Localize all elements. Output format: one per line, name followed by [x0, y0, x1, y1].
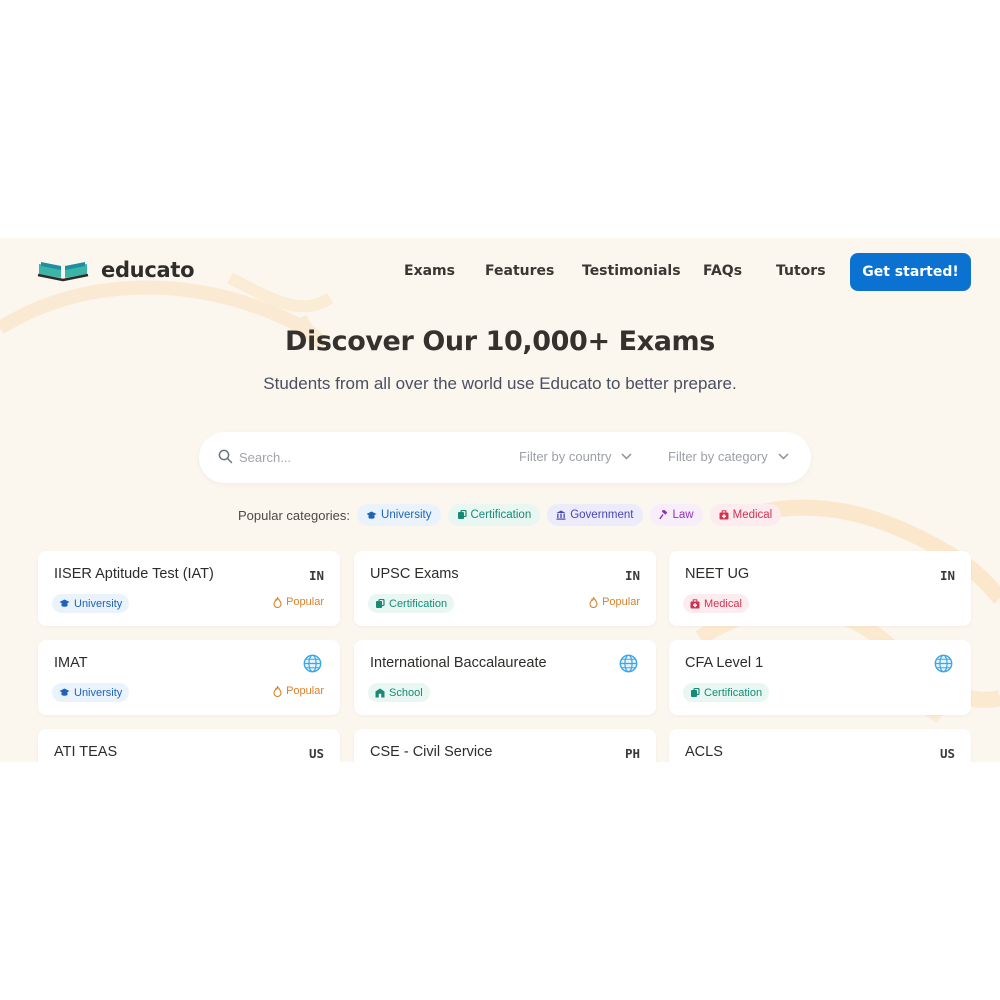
page-title: Discover Our 10,000+ Exams [285, 326, 715, 357]
country-code: IN [308, 568, 324, 583]
nav-faqs[interactable]: FAQs [703, 263, 742, 279]
globe-icon [934, 654, 953, 673]
country-code: IN [624, 568, 640, 583]
popular-label: Popular [286, 596, 324, 608]
exam-title: CSE - Civil Service [370, 744, 493, 760]
exam-title: IISER Aptitude Test (IAT) [54, 566, 214, 582]
exam-card[interactable]: IMAT University Popular [38, 640, 340, 715]
medical-kit-icon [690, 598, 700, 608]
exam-card[interactable]: International Baccalaureate School [354, 640, 656, 715]
popular-badge: Popular [273, 596, 324, 608]
popular-badge: Popular [589, 596, 640, 608]
search-icon [218, 449, 233, 464]
category-tag: University [52, 683, 130, 702]
category-tag-label: Medical [704, 597, 742, 610]
chevron-down-icon [778, 453, 789, 460]
medical-kit-icon [719, 510, 729, 520]
chip-government[interactable]: Government [547, 504, 643, 526]
chevron-down-icon [621, 453, 633, 460]
hero-section: educato Exams Features Testimonials FAQs… [0, 238, 1000, 762]
exam-title: CFA Level 1 [685, 655, 764, 671]
exam-card[interactable]: IISER Aptitude Test (IAT) IN University … [38, 551, 340, 626]
category-tag: University [52, 594, 130, 613]
category-tag-label: Certification [389, 597, 448, 610]
exam-title: NEET UG [685, 566, 750, 582]
graduation-cap-icon [366, 511, 377, 519]
exam-card[interactable]: UPSC Exams IN Certification Popular [354, 551, 656, 626]
get-started-button[interactable]: Get started! [850, 253, 971, 291]
exam-card[interactable]: CFA Level 1 Certification [669, 640, 971, 715]
popular-label: Popular [286, 685, 324, 697]
open-book-icon [37, 262, 89, 282]
exam-card[interactable]: CSE - Civil Service PH [354, 729, 656, 762]
country-filter-label: Filter by country [519, 449, 612, 464]
chip-medical[interactable]: Medical [709, 504, 782, 526]
category-tag: Certification [368, 594, 455, 613]
country-code: US [308, 746, 324, 761]
certificate-icon [376, 598, 385, 608]
exam-title: ATI TEAS [54, 744, 118, 760]
category-tag: School [368, 683, 430, 702]
popular-categories-label: Popular categories: [238, 507, 351, 523]
flame-icon [589, 596, 598, 608]
nav-exams[interactable]: Exams [404, 263, 455, 279]
brand-logo[interactable]: educato [37, 258, 195, 282]
graduation-cap-icon [59, 688, 70, 696]
country-code: IN [939, 568, 955, 583]
exam-card[interactable]: ACLS US [669, 729, 971, 762]
brand-name: educato [101, 258, 195, 282]
school-icon [375, 688, 385, 697]
category-tag-label: School [389, 686, 423, 699]
chip-label: University [381, 509, 432, 521]
flame-icon [273, 685, 282, 697]
flame-icon [273, 596, 282, 608]
country-code: PH [624, 746, 640, 761]
category-filter-label: Filter by category [668, 449, 768, 464]
nav-tutors[interactable]: Tutors [776, 263, 826, 279]
country-code: US [939, 746, 955, 761]
popular-categories: Popular categories: University Certifica… [238, 504, 788, 526]
exam-title: ACLS [685, 744, 723, 760]
category-tag: Medical [683, 594, 749, 613]
globe-icon [303, 654, 322, 673]
chip-university[interactable]: University [357, 504, 441, 526]
search-bar: Filter by country Filter by category [199, 432, 811, 483]
globe-icon [619, 654, 638, 673]
government-building-icon [556, 510, 566, 520]
popular-badge: Popular [273, 685, 324, 697]
certificate-icon [691, 687, 700, 697]
exam-title: International Baccalaureate [370, 655, 547, 671]
chip-label: Certification [470, 509, 532, 521]
category-tag-label: University [74, 597, 123, 610]
chip-label: Law [672, 509, 694, 521]
category-tag: Certification [683, 683, 770, 702]
category-tag-label: University [74, 686, 123, 699]
nav-testimonials[interactable]: Testimonials [582, 263, 681, 279]
popular-label: Popular [602, 596, 640, 608]
chip-label: Government [570, 509, 634, 521]
exam-title: IMAT [54, 655, 88, 671]
chip-law[interactable]: Law [649, 504, 703, 526]
country-filter-select[interactable]: Filter by country [519, 449, 633, 464]
exam-title: UPSC Exams [370, 566, 459, 582]
chip-certification[interactable]: Certification [447, 504, 541, 526]
certificate-icon [457, 510, 467, 519]
exam-card[interactable]: ATI TEAS US [38, 729, 340, 762]
gavel-icon [658, 510, 667, 520]
exam-card[interactable]: NEET UG IN Medical [669, 551, 971, 626]
graduation-cap-icon [59, 599, 70, 607]
category-filter-select[interactable]: Filter by category [668, 449, 789, 464]
page-subtitle: Students from all over the world use Edu… [263, 374, 737, 393]
chip-label: Medical [732, 509, 773, 521]
nav-features[interactable]: Features [485, 263, 554, 279]
category-tag-label: Certification [704, 686, 763, 699]
search-input[interactable] [239, 444, 489, 471]
